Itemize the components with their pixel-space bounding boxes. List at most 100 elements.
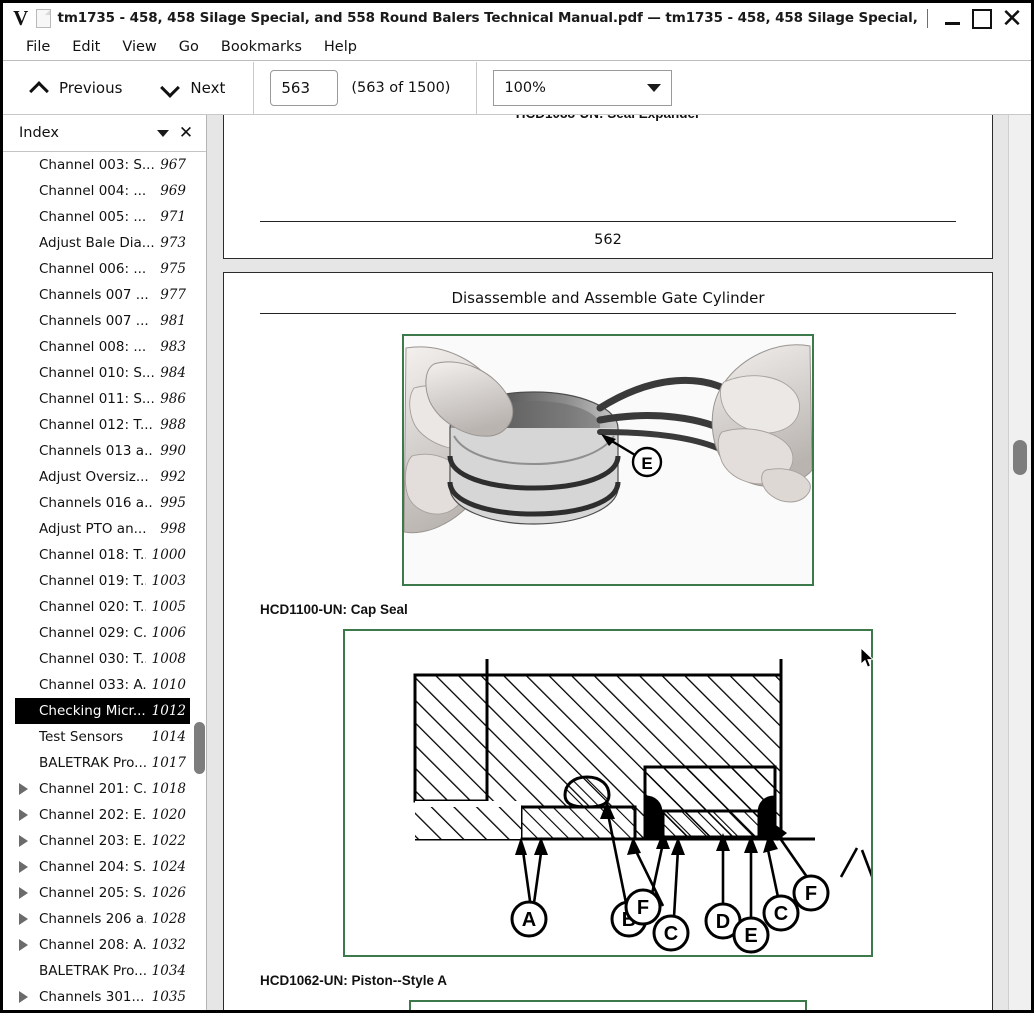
sidebar-index-item[interactable]: Test Sensors 1014 bbox=[15, 724, 190, 750]
menu-item-view[interactable]: View bbox=[111, 34, 167, 60]
sidebar-index-item-label: Channel 008: ... bbox=[39, 339, 147, 355]
chevron-down-icon bbox=[647, 83, 662, 92]
svg-text:E: E bbox=[641, 454, 652, 473]
sidebar-index-item[interactable]: BALETRAK Pro... 1017 bbox=[15, 750, 190, 776]
sidebar-index-item[interactable]: Checking Micr... 1012 bbox=[15, 698, 190, 724]
menu-item-file[interactable]: File bbox=[15, 34, 61, 60]
pdf-viewer: HCD1088-UN: Seal Expander 562 Disassembl… bbox=[207, 115, 1031, 1010]
toolbar-divider-1 bbox=[253, 61, 255, 114]
sidebar-scrollbar-thumb[interactable] bbox=[194, 722, 205, 774]
svg-text:D: D bbox=[716, 911, 730, 933]
sidebar-index-item-page: 1014 bbox=[151, 729, 186, 745]
sidebar-scrollbar[interactable] bbox=[192, 152, 206, 1010]
expand-triangle-icon[interactable] bbox=[15, 887, 31, 899]
sidebar-index-item-label: Channel 003: S... bbox=[39, 157, 155, 173]
toolbar-divider-2 bbox=[476, 61, 478, 114]
sidebar-index-item[interactable]: Channel 019: T... 1003 bbox=[15, 568, 190, 594]
menu-item-bookmarks[interactable]: Bookmarks bbox=[210, 34, 313, 60]
sidebar-index-item-label: Adjust PTO an... bbox=[39, 521, 147, 537]
sidebar-index-item[interactable]: Channel 006: ... 975 bbox=[15, 256, 190, 282]
sidebar-index-item[interactable]: Channel 202: E... 1020 bbox=[15, 802, 190, 828]
sidebar-index-item[interactable]: Channel 004: ... 969 bbox=[15, 178, 190, 204]
sidebar-index-item[interactable]: Adjust PTO an... 998 bbox=[15, 516, 190, 542]
window-title: tm1735 - 458, 458 Silage Special, and 55… bbox=[57, 10, 921, 26]
sidebar-index-item-label: Channel 005: ... bbox=[39, 209, 147, 225]
sidebar-index-item-page: 992 bbox=[160, 469, 186, 485]
sidebar-index-item-label: Adjust Oversiz... bbox=[39, 469, 149, 485]
sidebar-index-item-label: Channel 011: S... bbox=[39, 391, 155, 407]
pdf-scrollbar-thumb[interactable] bbox=[1013, 440, 1027, 475]
expand-triangle-icon[interactable] bbox=[15, 783, 31, 795]
sidebar-index-item-label: Channels 206 a... bbox=[39, 911, 146, 927]
sidebar-index-item[interactable]: Channels 007 ... 977 bbox=[15, 282, 190, 308]
sidebar-index-item[interactable]: Adjust Oversiz... 992 bbox=[15, 464, 190, 490]
sidebar-index-item[interactable]: Channel 029: C... 1006 bbox=[15, 620, 190, 646]
sidebar-index-item[interactable]: Channel 011: S... 986 bbox=[15, 386, 190, 412]
page-heading: Disassemble and Assemble Gate Cylinder bbox=[451, 289, 765, 307]
menu-item-help[interactable]: Help bbox=[313, 34, 368, 60]
sidebar-index-item[interactable]: Channel 203: E... 1022 bbox=[15, 828, 190, 854]
sidebar-index-item[interactable]: Channels 206 a... 1028 bbox=[15, 906, 190, 932]
figure-2-caption: HCD1062-UN: Piston--Style A bbox=[260, 973, 448, 988]
expand-triangle-icon[interactable] bbox=[15, 913, 31, 925]
application-window: V tm1735 - 458, 458 Silage Special, and … bbox=[0, 0, 1034, 1013]
expand-triangle-icon[interactable] bbox=[15, 861, 31, 873]
sidebar-index-item[interactable]: Channels 013 a... 990 bbox=[15, 438, 190, 464]
maximize-icon[interactable] bbox=[967, 5, 997, 33]
sidebar-index-item-page: 1032 bbox=[151, 937, 186, 953]
sidebar-index-item-page: 1026 bbox=[151, 885, 186, 901]
sidebar-index-item-page: 977 bbox=[160, 287, 186, 303]
sidebar-index-item-label: Channel 020: T... bbox=[39, 599, 146, 615]
sidebar-index-item[interactable]: Channel 018: T... 1000 bbox=[15, 542, 190, 568]
zoom-level-select[interactable]: 100% bbox=[493, 69, 673, 106]
sidebar-index-item[interactable]: Channels 007 ... 981 bbox=[15, 308, 190, 334]
sidebar-index-item-label: Channel 033: A... bbox=[39, 677, 146, 693]
sidebar-index-item-page: 988 bbox=[160, 417, 186, 433]
menu-item-edit[interactable]: Edit bbox=[61, 34, 111, 60]
sidebar-index-item[interactable]: Channel 008: ... 983 bbox=[15, 334, 190, 360]
sidebar-index-item-label: Channels 013 a... bbox=[39, 443, 155, 459]
close-icon[interactable]: ✕ bbox=[174, 121, 198, 145]
expand-triangle-icon[interactable] bbox=[15, 939, 31, 951]
titlebar-divider bbox=[927, 9, 928, 28]
app-logo-icon: V bbox=[13, 6, 29, 30]
sidebar-index-item[interactable]: Channels 301... 1035 bbox=[15, 984, 190, 1010]
minimize-icon[interactable] bbox=[937, 5, 967, 33]
sidebar-index-item[interactable]: Channel 208: A... 1032 bbox=[15, 932, 190, 958]
sidebar-index-item-label: Channel 203: E... bbox=[39, 833, 146, 849]
sidebar-index-item[interactable]: BALETRAK Pro... 1034 bbox=[15, 958, 190, 984]
svg-text:A: A bbox=[522, 909, 536, 931]
sidebar-index-item-label: BALETRAK Pro... bbox=[39, 755, 146, 771]
sidebar-index-item-page: 1018 bbox=[151, 781, 186, 797]
chevron-down-icon[interactable] bbox=[152, 122, 174, 144]
page-number-input[interactable] bbox=[270, 69, 339, 106]
menu-item-go[interactable]: Go bbox=[168, 34, 210, 60]
sidebar-index-item-label: Checking Micr... bbox=[39, 703, 146, 719]
next-page-button[interactable]: Next bbox=[150, 75, 235, 101]
menu-bar: File Edit View Go Bookmarks Help bbox=[3, 34, 1031, 61]
pdf-scrollbar[interactable] bbox=[1008, 115, 1031, 1010]
sidebar-index-item[interactable]: Channel 205: S... 1026 bbox=[15, 880, 190, 906]
expand-triangle-icon[interactable] bbox=[15, 991, 31, 1003]
expand-triangle-icon[interactable] bbox=[15, 809, 31, 821]
sidebar-index-item-label: Channel 010: S... bbox=[39, 365, 155, 381]
previous-page-label: Previous bbox=[59, 78, 123, 97]
sidebar-index-item[interactable]: Channel 201: C... 1018 bbox=[15, 776, 190, 802]
sidebar-index-item[interactable]: Channel 005: ... 971 bbox=[15, 204, 190, 230]
sidebar-title: Index bbox=[19, 125, 59, 141]
sidebar-index-item[interactable]: Channel 010: S... 984 bbox=[15, 360, 190, 386]
sidebar-index-item[interactable]: Channel 204: S... 1024 bbox=[15, 854, 190, 880]
sidebar-index-item[interactable]: Adjust Bale Dia... 973 bbox=[15, 230, 190, 256]
expand-triangle-icon[interactable] bbox=[15, 835, 31, 847]
sidebar-index-item[interactable]: Channel 003: S... 967 bbox=[15, 152, 190, 178]
sidebar-index-item[interactable]: Channel 012: T... 988 bbox=[15, 412, 190, 438]
sidebar-index-item[interactable]: Channel 020: T... 1005 bbox=[15, 594, 190, 620]
sidebar-index-item-page: 1012 bbox=[151, 703, 186, 719]
sidebar-index-item-page: 1020 bbox=[151, 807, 186, 823]
sidebar-index-item-page: 984 bbox=[160, 365, 186, 381]
sidebar-index-item[interactable]: Channels 016 a... 995 bbox=[15, 490, 190, 516]
close-icon[interactable]: ✕ bbox=[997, 5, 1027, 33]
sidebar-index-item[interactable]: Channel 033: A... 1010 bbox=[15, 672, 190, 698]
sidebar-index-item[interactable]: Channel 030: T... 1008 bbox=[15, 646, 190, 672]
previous-page-button[interactable]: Previous bbox=[19, 75, 132, 101]
